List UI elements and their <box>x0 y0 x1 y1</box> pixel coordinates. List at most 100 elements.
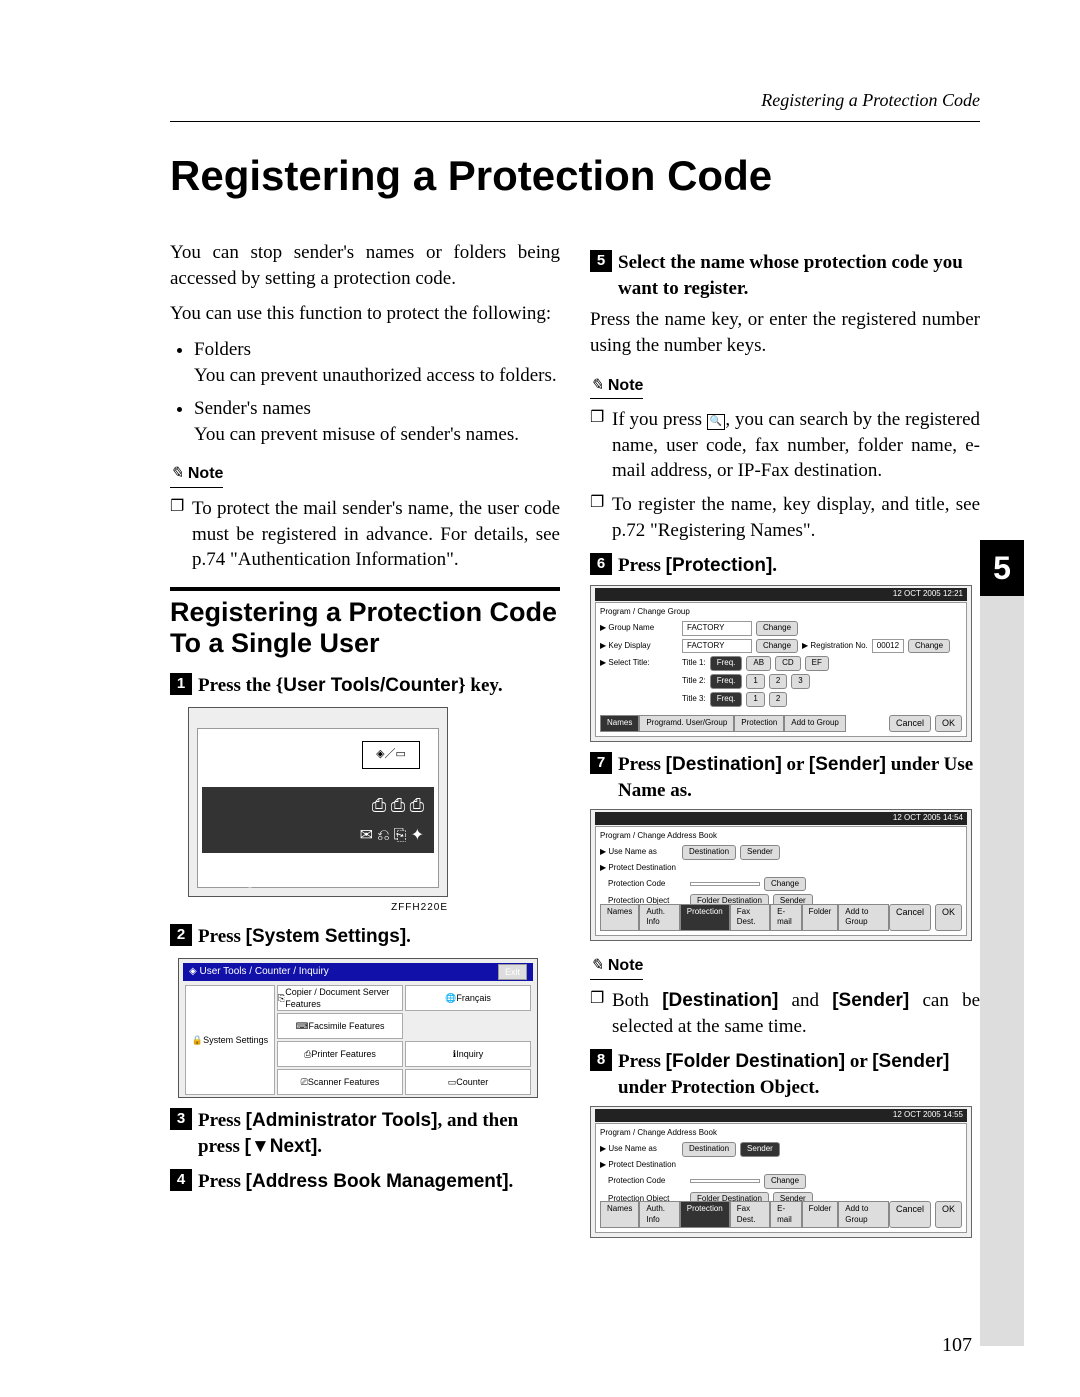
add-to-group-tab[interactable]: Add to Group <box>784 715 846 732</box>
title-num[interactable]: 2 <box>769 692 787 707</box>
destination-toggle[interactable]: Destination <box>682 845 736 860</box>
freq-button[interactable]: Freq. <box>710 692 743 707</box>
protection-code-label: Protection Code <box>600 1176 686 1187</box>
email-tab[interactable]: E-mail <box>770 1201 801 1229</box>
step-number-icon: 2 <box>170 924 192 946</box>
bullet-head: Sender's names <box>194 398 311 419</box>
screenshot-datetime: 12 OCT 2005 14:55 <box>595 1109 967 1122</box>
running-header: Registering a Protection Code <box>170 90 980 111</box>
search-icon: 🔍 <box>707 414 725 430</box>
freq-button[interactable]: Freq. <box>710 674 743 689</box>
step-3: 3 Press [Administrator Tools], and then … <box>170 1108 560 1159</box>
screenshot-datetime: 12 OCT 2005 14:54 <box>595 812 967 825</box>
title2-label: Title 2: <box>682 676 706 687</box>
receive-file-label: File <box>208 910 229 924</box>
ok-button[interactable]: OK <box>935 1201 962 1229</box>
ok-button[interactable]: OK <box>935 904 962 932</box>
counter-cell[interactable]: ▭ Counter <box>405 1069 531 1095</box>
bullet-folders: Folders You can prevent unauthorized acc… <box>194 337 560 388</box>
note-search: If you press 🔍, you can search by the re… <box>612 407 980 484</box>
sender-toggle[interactable]: Sender <box>740 1142 780 1157</box>
note-both-selectable: Both [Destination] and [Sender] can be s… <box>612 988 980 1039</box>
freq-button[interactable]: Freq. <box>710 656 743 671</box>
title-num[interactable]: 3 <box>791 674 809 689</box>
user-tools-counter-screenshot: ◈ User Tools / Counter / Inquiry Exit 🔒 … <box>178 958 538 1098</box>
change-button[interactable]: Change <box>756 639 798 654</box>
protection-button: [Protection] <box>666 555 773 576</box>
ok-button[interactable]: OK <box>935 715 962 732</box>
add-to-group-tab[interactable]: Add to Group <box>838 904 889 932</box>
folder-tab[interactable]: Folder <box>802 904 839 932</box>
step-text: Press <box>198 1110 246 1131</box>
francais-cell[interactable]: 🌐 Français <box>405 985 531 1011</box>
panel-icons: ⎙ ⎙ ⎙ <box>372 793 424 817</box>
sender-toggle[interactable]: Sender <box>740 845 780 860</box>
use-name-as-label: ▶ Use Name as <box>600 1144 678 1155</box>
registration-no-label: ▶ Registration No. <box>802 641 868 652</box>
step-text: Press the <box>198 675 276 696</box>
bullet-senders: Sender's names You can prevent misuse of… <box>194 396 560 447</box>
step-text: key. <box>470 675 502 696</box>
select-title-label: ▶ Select Title: <box>600 658 678 669</box>
change-button[interactable]: Change <box>756 621 798 636</box>
chapter-tab: 5 <box>980 540 1024 596</box>
fax-dest-tab[interactable]: Fax Dest. <box>730 904 770 932</box>
cancel-button[interactable]: Cancel <box>889 904 931 932</box>
programd-tab[interactable]: Programd. User/Group <box>639 715 734 732</box>
note-label: Note <box>590 955 643 980</box>
inquiry-cell[interactable]: ℹ Inquiry <box>405 1041 531 1067</box>
step-text: Select the name whose protection code yo… <box>618 250 980 301</box>
cancel-button[interactable]: Cancel <box>889 1201 931 1229</box>
title-num[interactable]: 1 <box>746 674 764 689</box>
add-to-group-tab[interactable]: Add to Group <box>838 1201 889 1229</box>
step-5: 5 Select the name whose protection code … <box>590 250 980 301</box>
note-item: To protect the mail sender's name, the u… <box>192 496 560 573</box>
change-button[interactable]: Change <box>764 877 806 892</box>
sender-button: [Sender] <box>809 754 886 775</box>
title-letter[interactable]: AB <box>746 656 771 671</box>
communicating-label: nicating <box>208 874 254 888</box>
facsimile-features-cell[interactable]: ⌨ Facsimile Features <box>277 1013 403 1039</box>
note-label: Note <box>590 375 643 400</box>
user-tools-key-icon: ◈／▭ <box>362 741 420 769</box>
copier-features-cell[interactable]: ⎘ Copier / Document Server Features <box>277 985 403 1011</box>
protection-tab[interactable]: Protection <box>680 1201 730 1229</box>
names-tab[interactable]: Names <box>600 904 639 932</box>
title-num[interactable]: 1 <box>746 692 764 707</box>
step-8: 8 Press [Folder Destination] or [Sender]… <box>590 1049 980 1100</box>
title-letter[interactable]: CD <box>775 656 801 671</box>
protection-tab[interactable]: Protection <box>734 715 784 732</box>
cancel-button[interactable]: Cancel <box>889 715 931 732</box>
auth-info-tab[interactable]: Auth. Info <box>639 1201 679 1229</box>
step-text: . <box>317 1136 322 1157</box>
step-number-icon: 6 <box>590 553 612 575</box>
fax-dest-tab[interactable]: Fax Dest. <box>730 1201 770 1229</box>
folder-tab[interactable]: Folder <box>802 1201 839 1229</box>
intro-paragraph-1: You can stop sender's names or folders b… <box>170 240 560 291</box>
protection-tab[interactable]: Protection <box>680 904 730 932</box>
destination-toggle[interactable]: Destination <box>682 1142 736 1157</box>
system-settings-cell[interactable]: 🔒 System Settings <box>185 985 275 1095</box>
screenshot-title: ◈ User Tools / Counter / Inquiry <box>189 965 329 979</box>
step-number-icon: 5 <box>590 250 612 272</box>
key-display-field: FACTORY <box>682 639 752 654</box>
step-text: Press <box>198 1171 246 1192</box>
group-name-label: ▶ Group Name <box>600 623 678 634</box>
protection-code-label: Protection Code <box>600 879 686 890</box>
title-letter[interactable]: EF <box>805 656 829 671</box>
names-tab[interactable]: Names <box>600 1201 639 1229</box>
names-tab[interactable]: Names <box>600 715 639 732</box>
step-text: . <box>772 555 777 576</box>
step-1: 1 Press the {User Tools/Counter} key. <box>170 673 560 699</box>
scanner-features-cell[interactable]: ⎚ Scanner Features <box>277 1069 403 1095</box>
printer-features-cell[interactable]: ⎙ Printer Features <box>277 1041 403 1067</box>
bullet-head: Folders <box>194 339 251 360</box>
change-button[interactable]: Change <box>908 639 950 654</box>
email-tab[interactable]: E-mail <box>770 904 801 932</box>
exit-button[interactable]: Exit <box>498 964 527 980</box>
step-number-icon: 4 <box>170 1169 192 1191</box>
title-num[interactable]: 2 <box>769 674 787 689</box>
auth-info-tab[interactable]: Auth. Info <box>639 904 679 932</box>
change-button[interactable]: Change <box>764 1174 806 1189</box>
step-text: or <box>782 754 809 775</box>
